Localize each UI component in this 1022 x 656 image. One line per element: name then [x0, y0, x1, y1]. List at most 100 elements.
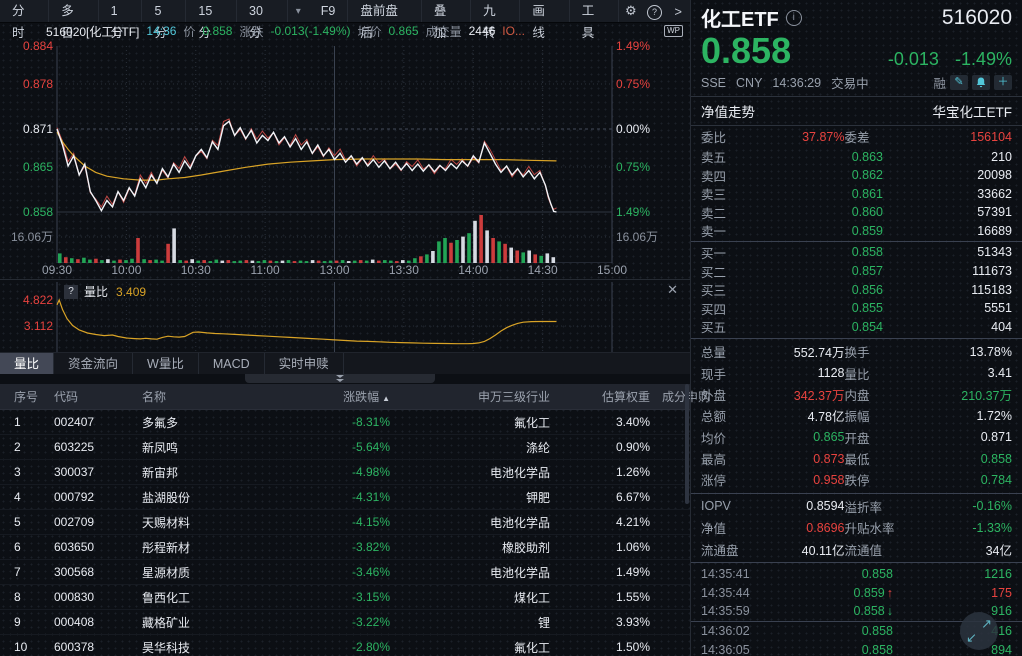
tab-MACD[interactable]: MACD: [199, 353, 265, 375]
table-header-序号[interactable]: 序号: [0, 388, 48, 405]
exchange-label: SSE: [701, 76, 726, 90]
collapse-handle[interactable]: [0, 374, 690, 384]
cell: 5: [0, 515, 48, 529]
nav-trend-label[interactable]: 净值走势: [701, 101, 755, 121]
toolbar-menu-九转[interactable]: 九转: [471, 0, 520, 22]
cell: 藏格矿业: [136, 614, 286, 631]
stat-row: 总量552.74万换手13.78%: [691, 341, 1022, 362]
stat-value: 0.8594: [763, 499, 845, 513]
bid-row[interactable]: 买五0.854404: [691, 317, 1022, 336]
cell: 8: [0, 590, 48, 604]
ask-row[interactable]: 卖一0.85916689: [691, 221, 1022, 240]
table-row[interactable]: 4000792盐湖股份-4.31%钾肥6.67%: [0, 485, 690, 510]
toolbar-tab-5分[interactable]: 5分: [142, 0, 186, 22]
table-header-申万三级行业[interactable]: 申万三级行业: [396, 388, 556, 405]
stat-label: 涨停: [701, 470, 763, 489]
stat-label: 溢折率: [845, 497, 931, 516]
overlay-indicator[interactable]: IO...: [502, 24, 525, 38]
table-row[interactable]: 5002709天赐材料-4.15%电池化学品4.21%: [0, 510, 690, 535]
toolbar-menu-F9[interactable]: F9: [309, 0, 349, 22]
bid-row[interactable]: 买一0.85851343: [691, 243, 1022, 262]
quote-panel: 化工ETF i 516020 0.858 -0.013 -1.49% SSE C…: [690, 0, 1022, 656]
cell: 盐湖股份: [136, 489, 286, 506]
cell: 电池化学品: [396, 564, 556, 581]
toolbar-tab-15分[interactable]: 15分: [186, 0, 237, 22]
ask-row[interactable]: 卖四0.86220098: [691, 166, 1022, 185]
cell: -8.31%: [286, 415, 396, 429]
time-axis: 09:3010:0010:3011:0013:0013:3014:0014:30…: [0, 263, 690, 279]
toolbar-tab-1分[interactable]: 1分: [99, 0, 143, 22]
tab-实时申赎[interactable]: 实时申赎: [265, 353, 344, 375]
period-more-caret-icon[interactable]: ▾: [288, 6, 309, 17]
stat-value: 3.41: [931, 366, 1013, 380]
toolbar-tab-30分[interactable]: 30分: [237, 0, 288, 22]
table-row[interactable]: 3300037新宙邦-4.98%电池化学品1.26%: [0, 460, 690, 485]
table-header-代码[interactable]: 代码: [48, 388, 136, 405]
tab-量比[interactable]: 量比: [0, 353, 54, 375]
table-row[interactable]: 7300568星源材质-3.46%电池化学品1.49%: [0, 560, 690, 585]
stat-label: 跌停: [845, 470, 931, 489]
toolbar-tab-分时[interactable]: 分时: [0, 0, 49, 22]
table-row[interactable]: 9000408藏格矿业-3.22%锂3.93%: [0, 610, 690, 635]
last-price: 0.858: [701, 32, 791, 70]
table-row[interactable]: 2603225新凤鸣-5.64%涤纶0.90%: [0, 435, 690, 460]
time-axis-label: 13:00: [319, 263, 349, 277]
alert-bell-icon[interactable]: [972, 75, 990, 90]
table-header-名称[interactable]: 名称: [136, 388, 286, 405]
ask-row[interactable]: 卖三0.86133662: [691, 184, 1022, 203]
toolbar-menu-画线[interactable]: 画线: [520, 0, 569, 22]
wp-monitor-icon[interactable]: WP: [664, 25, 683, 37]
cell: 1.49%: [556, 565, 656, 579]
time-axis-label: 13:30: [389, 263, 419, 277]
toolbar-menu-叠加[interactable]: 叠加: [422, 0, 471, 22]
add-plus-icon[interactable]: ＋: [994, 75, 1012, 90]
bid-row[interactable]: 买四0.8555551: [691, 299, 1022, 318]
bid-row[interactable]: 买三0.856115183: [691, 280, 1022, 299]
level-volume: 20098: [883, 168, 1012, 182]
level-volume: 404: [883, 320, 1012, 334]
toolbar-expand-chevron-icon[interactable]: >: [666, 4, 690, 19]
table-row[interactable]: 10600378昊华科技-2.80%氟化工1.50%: [0, 635, 690, 656]
help-icon[interactable]: ?: [643, 3, 667, 20]
cell: 4: [0, 490, 48, 504]
toolbar-menu: F9盘前盘后叠加九转画线工具 ⚙ ? >: [309, 0, 690, 22]
settings-gear-icon[interactable]: ⚙: [619, 3, 643, 19]
table-header-涨跌幅[interactable]: 涨跌幅▲: [286, 388, 396, 405]
tab-资金流向[interactable]: 资金流向: [54, 353, 133, 375]
tick-time: 14:36:02: [701, 624, 773, 638]
toolbar-menu-工具[interactable]: 工具: [570, 0, 619, 22]
toolbar-tab-多日[interactable]: 多日: [49, 0, 98, 22]
ask-row[interactable]: 卖二0.86057391: [691, 203, 1022, 222]
avg-value: 0.865: [389, 24, 419, 38]
subchart-close-icon[interactable]: ✕: [667, 282, 678, 298]
table-row[interactable]: 6603650彤程新材-3.82%橡胶助剂1.06%: [0, 535, 690, 560]
cell: 2: [0, 440, 48, 454]
table-vertical-scrollbar[interactable]: [685, 384, 689, 504]
tab-W量比[interactable]: W量比: [133, 353, 199, 375]
bid-row[interactable]: 买二0.857111673: [691, 262, 1022, 281]
cell: 0.90%: [556, 440, 656, 454]
trading-status: 交易中: [831, 73, 869, 92]
weicha-label: 委差: [845, 127, 931, 146]
info-icon[interactable]: i: [786, 10, 802, 26]
volume-value: 2446: [469, 24, 496, 38]
expand-button[interactable]: ↗↙: [960, 612, 998, 650]
percent-axis-label: 0.75%: [616, 160, 686, 174]
sort-ascending-icon: ▲: [382, 394, 390, 403]
level-volume: 16689: [883, 224, 1012, 238]
toolbar-menu-盘前盘后[interactable]: 盘前盘后: [348, 0, 422, 22]
percent-axis-label: 0.00%: [616, 122, 686, 136]
table-row[interactable]: 8000830鲁西化工-3.15%煤化工1.55%: [0, 585, 690, 610]
intraday-chart[interactable]: 0.8840.8780.8710.8650.85816.06万1.49%0.75…: [0, 40, 690, 263]
table-header-估算权重[interactable]: 估算权重: [556, 388, 656, 405]
level-label: 卖二: [701, 203, 753, 222]
table-row[interactable]: 1002407多氟多-8.31%氟化工3.40%: [0, 410, 690, 435]
current-time: 14:36: [146, 24, 176, 38]
stat-value: -0.16%: [931, 499, 1013, 513]
edit-pencil-icon[interactable]: ✎: [950, 75, 968, 90]
ask-row[interactable]: 卖五0.863210: [691, 147, 1022, 166]
stat-value: 0.873: [763, 452, 845, 466]
liangbi-subchart[interactable]: ? 量比 3.409 ✕ 4.8223.112: [0, 279, 690, 353]
level-price: 0.862: [753, 168, 883, 182]
subchart-help-icon[interactable]: ?: [64, 285, 78, 299]
